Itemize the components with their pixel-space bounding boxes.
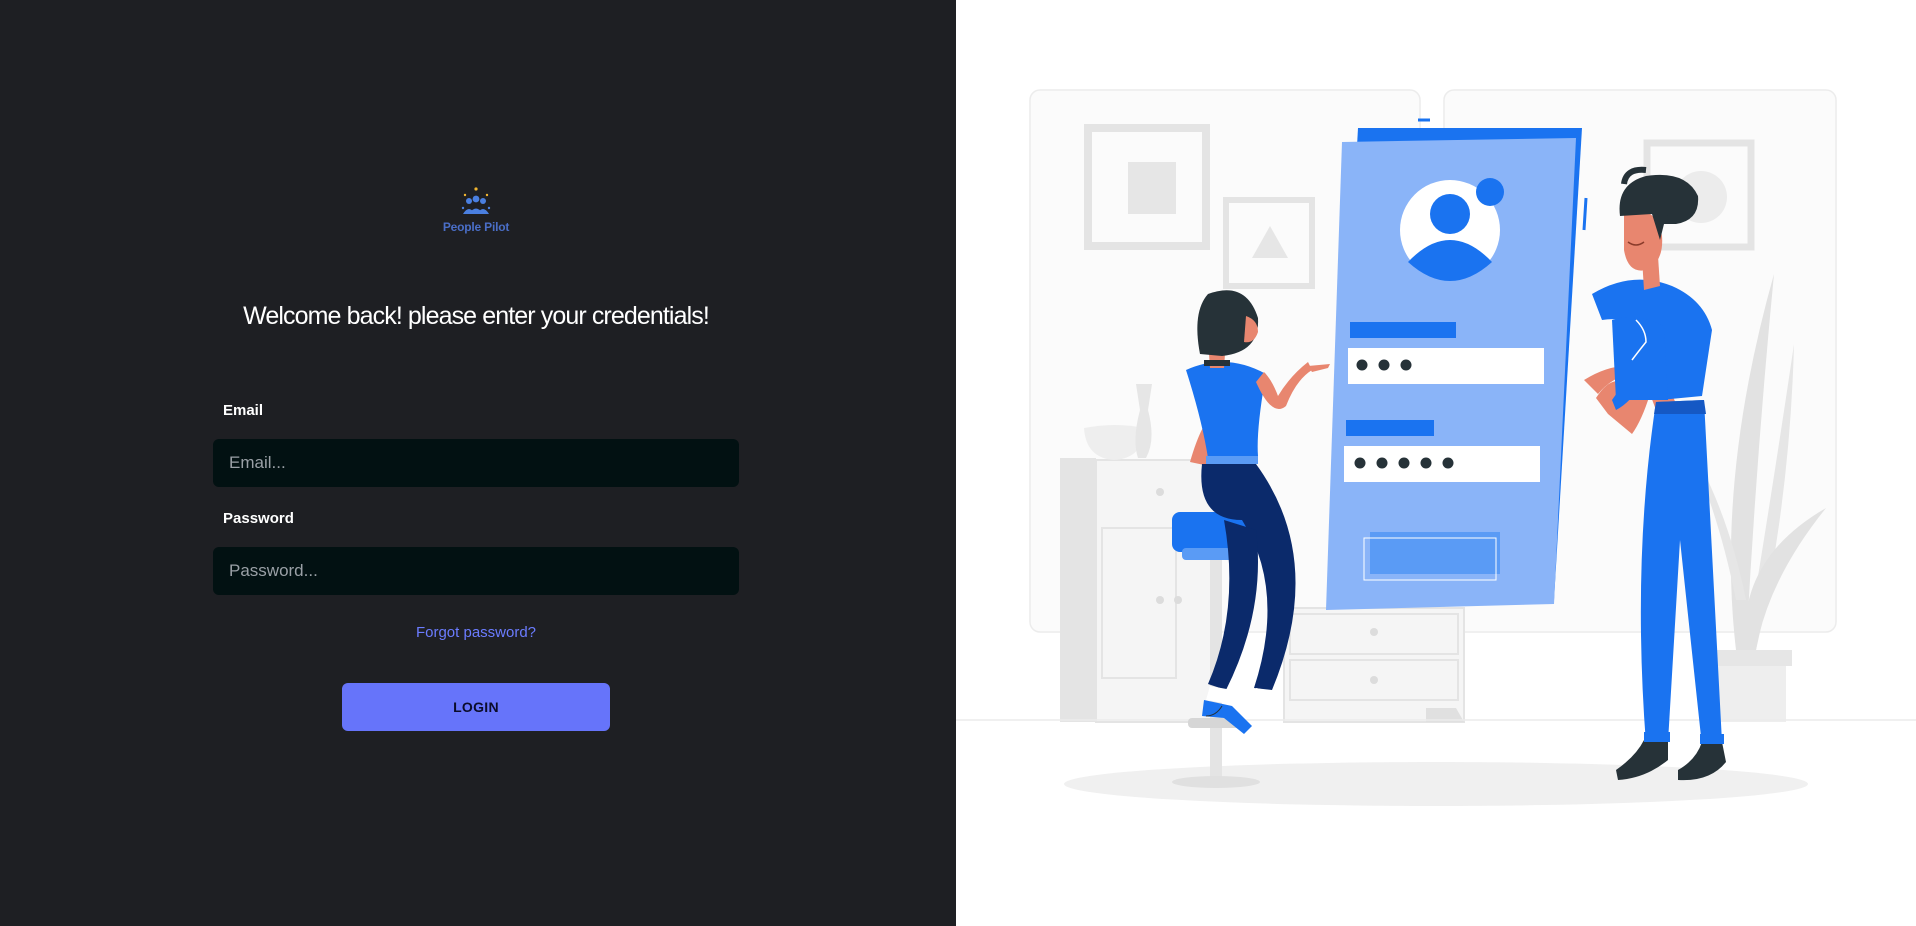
illustration-panel	[956, 0, 1916, 926]
login-button[interactable]: LOGIN	[342, 683, 610, 731]
password-field[interactable]	[213, 547, 739, 595]
email-field[interactable]	[213, 439, 739, 487]
people-group-icon	[461, 187, 491, 214]
login-panel: People Pilot Welcome back! please enter …	[0, 0, 956, 926]
brand-name: People Pilot	[442, 220, 510, 234]
email-label: Email	[223, 402, 264, 419]
page-title: Welcome back! please enter your credenti…	[243, 302, 710, 330]
brand-logo: People Pilot	[436, 186, 516, 238]
forgot-password-link[interactable]: Forgot password?	[376, 624, 576, 641]
login-illustration	[956, 89, 1916, 806]
password-label: Password	[223, 510, 294, 527]
